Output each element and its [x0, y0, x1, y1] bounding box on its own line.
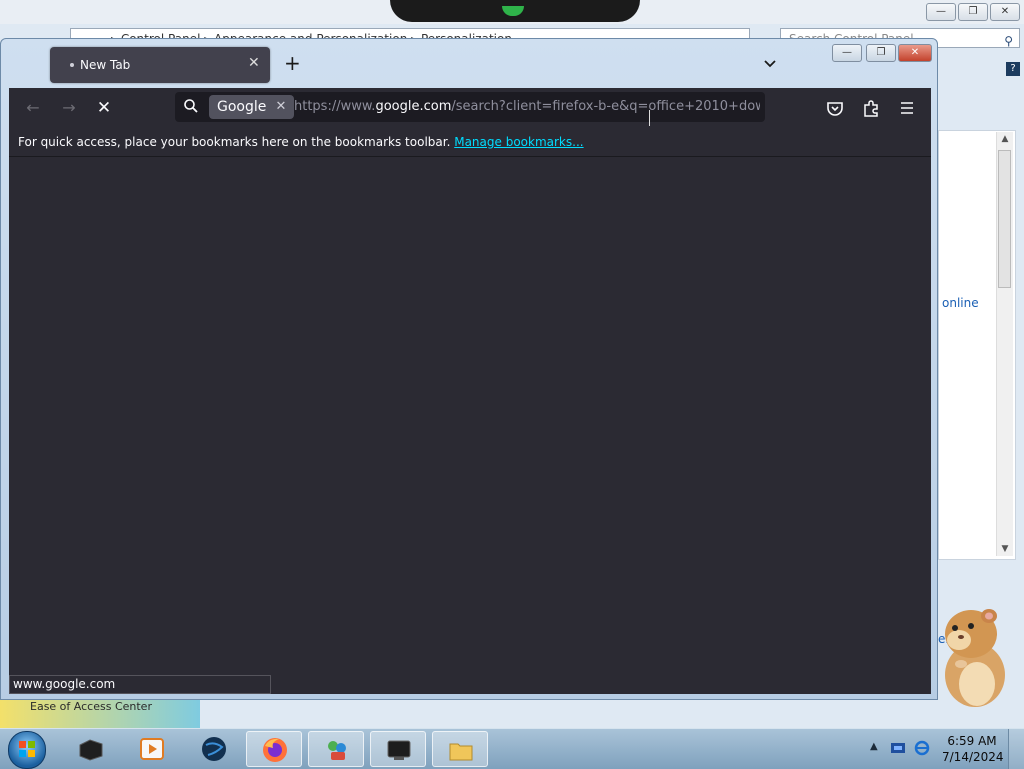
- close-tab-icon[interactable]: ✕: [248, 55, 260, 71]
- windows-logo-icon: [19, 741, 35, 757]
- scrollbar-thumb[interactable]: [998, 150, 1011, 288]
- cp-scrollbar[interactable]: ▲ ▼: [996, 132, 1013, 556]
- tray-expand-icon[interactable]: ▲: [870, 741, 878, 752]
- folder-icon: [449, 743, 473, 761]
- remove-engine-icon[interactable]: ✕: [275, 95, 286, 119]
- notch-indicator: [502, 6, 524, 16]
- taskbar-remote-desktop[interactable]: [370, 731, 426, 767]
- cp-close-button[interactable]: ✕: [990, 3, 1020, 21]
- taskbar-globe[interactable]: [186, 731, 242, 767]
- tab-loading-dot: [70, 63, 74, 67]
- search-engine-label: Google: [217, 99, 267, 115]
- bookmarks-hint: For quick access, place your bookmarks h…: [18, 135, 584, 149]
- taskbar-media-player[interactable]: [124, 731, 180, 767]
- url-path: /search?client=firefox-b-e&q=office+2010…: [451, 99, 760, 114]
- media-player-icon: [140, 738, 164, 760]
- dark-box-icon: [79, 739, 103, 761]
- taskbar-windows-explorer[interactable]: [62, 731, 118, 767]
- forward-arrow-icon[interactable]: →: [59, 98, 79, 118]
- ease-of-access-banner[interactable]: Ease of Access Center: [0, 700, 200, 728]
- scroll-down-icon[interactable]: ▼: [997, 542, 1013, 556]
- control-panel-icon: [328, 741, 346, 760]
- bookmarks-toolbar: For quick access, place your bookmarks h…: [9, 128, 931, 157]
- chevron-down-icon[interactable]: [762, 56, 778, 72]
- ff-close-button[interactable]: ✕: [898, 44, 932, 62]
- tab-new-tab[interactable]: New Tab ✕: [50, 47, 270, 83]
- clock-time: 6:59 AM: [947, 734, 997, 748]
- stop-loading-icon[interactable]: ✕: [94, 98, 114, 118]
- scroll-up-icon[interactable]: ▲: [997, 132, 1013, 146]
- extensions-icon[interactable]: [861, 98, 881, 118]
- top-notch-decoration: [390, 0, 640, 22]
- start-button[interactable]: [8, 731, 46, 769]
- taskbar-file-explorer[interactable]: [432, 731, 488, 767]
- ff-restore-button[interactable]: ❐: [866, 44, 896, 62]
- firefox-icon: [263, 738, 287, 762]
- pocket-icon[interactable]: [825, 98, 845, 118]
- url-bar[interactable]: Google ✕ https://www.google.com/search?c…: [175, 92, 765, 122]
- cp-online-link[interactable]: online: [942, 296, 979, 310]
- ease-of-access-label: Ease of Access Center: [30, 700, 152, 713]
- bookmarks-message: For quick access, place your bookmarks h…: [18, 135, 455, 149]
- cp-restore-button[interactable]: ❐: [958, 3, 988, 21]
- help-icon[interactable]: ?: [1006, 62, 1020, 76]
- globe-icon: [202, 737, 226, 761]
- url-host: google.com: [375, 99, 452, 114]
- taskbar: ▲ 6:59 AM 7/14/2024: [0, 728, 1024, 769]
- back-arrow-icon[interactable]: ←: [23, 98, 43, 118]
- url-input[interactable]: https://www.google.com/search?client=fir…: [294, 92, 760, 122]
- menu-icon[interactable]: [897, 98, 917, 118]
- tab-title: New Tab: [80, 58, 131, 72]
- taskbar-control-panel[interactable]: [308, 731, 364, 767]
- search-icon: ⚲: [1004, 34, 1013, 48]
- hamster-gadget: [945, 609, 1005, 707]
- ie-icon[interactable]: [914, 740, 930, 756]
- show-desktop-button[interactable]: [1008, 729, 1024, 769]
- clock-date: 7/14/2024: [942, 750, 1004, 764]
- monitor-icon: [387, 740, 411, 760]
- search-icon: [184, 99, 198, 113]
- text-cursor: [649, 110, 652, 126]
- new-tab-button[interactable]: +: [284, 53, 301, 73]
- page-content[interactable]: [9, 157, 931, 694]
- url-prefix: https://www.: [294, 99, 376, 114]
- system-clock[interactable]: 6:59 AM 7/14/2024: [942, 733, 1004, 765]
- status-panel: www.google.com: [9, 675, 271, 694]
- ff-minimize-button[interactable]: —: [832, 44, 862, 62]
- taskbar-firefox[interactable]: [246, 731, 302, 767]
- network-icon[interactable]: [890, 740, 906, 756]
- navigation-toolbar: ← → ✕ Google ✕ https://www.google.com/se…: [9, 88, 931, 128]
- manage-bookmarks-link[interactable]: Manage bookmarks...: [454, 135, 583, 149]
- cp-minimize-button[interactable]: —: [926, 3, 956, 21]
- search-engine-chip[interactable]: Google ✕: [209, 95, 295, 119]
